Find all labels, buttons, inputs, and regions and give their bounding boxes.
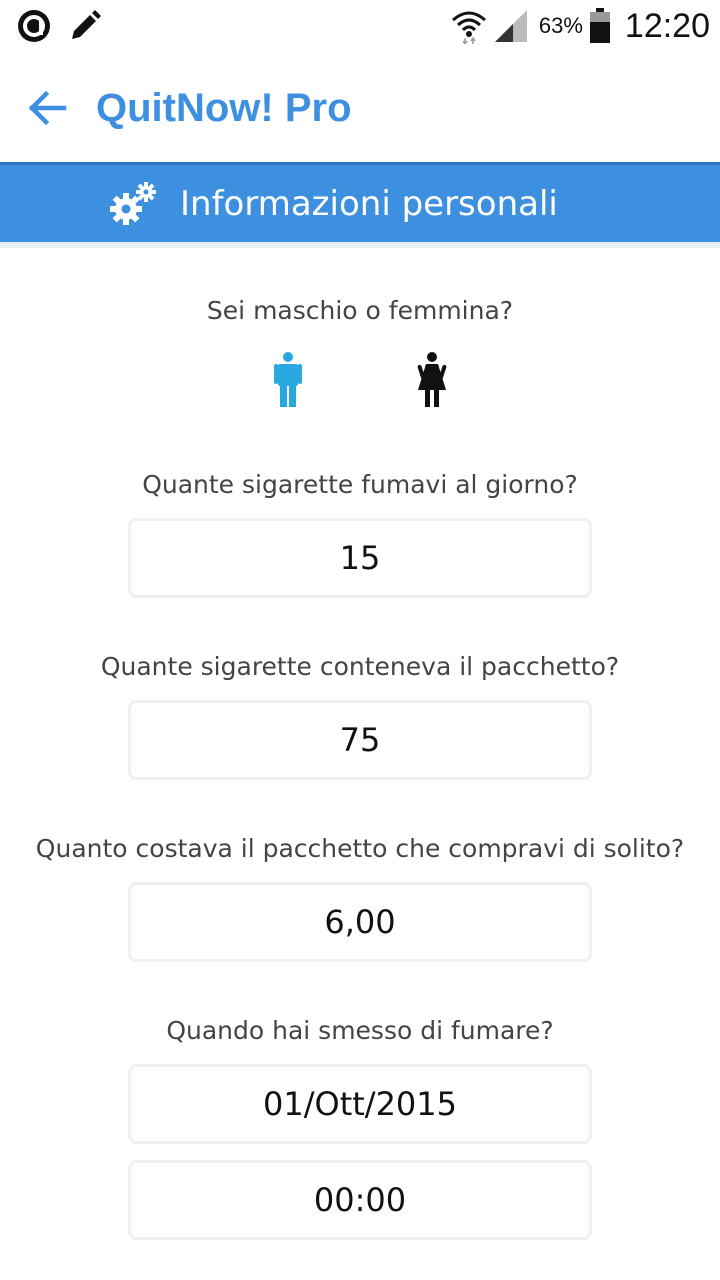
male-option[interactable]: [268, 352, 308, 408]
quit-date-label: Quando hai smesso di fumare?: [166, 1016, 554, 1045]
clock: 12:20: [624, 6, 710, 45]
cigarettes-per-day-label: Quante sigarette fumavi al giorno?: [142, 470, 578, 499]
app-bar: QuitNow! Pro: [0, 52, 720, 162]
back-button[interactable]: [22, 82, 74, 134]
cigarettes-per-pack-label: Quante sigarette conteneva il pacchetto?: [100, 652, 620, 681]
male-icon: [274, 352, 302, 407]
section-divider: [0, 242, 720, 248]
wifi-icon: [451, 11, 486, 44]
section-title: Informazioni personali: [180, 184, 558, 224]
arrow-back-icon: [28, 90, 67, 126]
quit-time-picker[interactable]: 00:00: [128, 1160, 592, 1240]
app-notification-icon: [18, 10, 50, 42]
gender-question: Sei maschio o femmina?: [206, 296, 514, 325]
pencil-icon: [72, 10, 101, 39]
pack-price-label: Quanto costava il pacchetto che compravi…: [35, 834, 685, 863]
status-bar: 63% 12:20: [0, 0, 720, 52]
pack-price-input[interactable]: 6,00: [128, 882, 592, 962]
section-header: Informazioni personali: [0, 162, 720, 242]
female-option[interactable]: [412, 352, 452, 408]
quit-date-picker[interactable]: 01/Ott/2015: [128, 1064, 592, 1144]
signal-icon: [494, 10, 527, 42]
cigarettes-per-day-input[interactable]: 15: [128, 518, 592, 598]
status-bar-right: 63% 12:20: [451, 6, 710, 46]
battery-percent: 63%: [538, 13, 583, 38]
status-bar-left: [16, 8, 102, 44]
app-title: QuitNow! Pro: [96, 86, 352, 130]
gears-icon: [110, 182, 156, 225]
cigarettes-per-pack-input[interactable]: 75: [128, 700, 592, 780]
female-icon: [417, 352, 447, 407]
battery-icon: [589, 8, 610, 43]
